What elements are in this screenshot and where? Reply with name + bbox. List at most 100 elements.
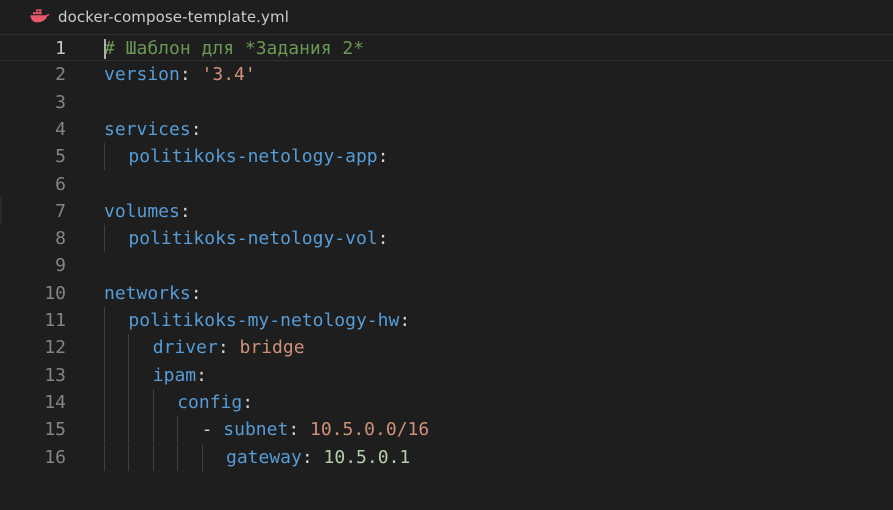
- code-text: # Шаблон для *Задания 2*: [104, 35, 364, 62]
- token-key: gateway: [226, 446, 302, 468]
- token-key: driver: [152, 337, 218, 359]
- indent-guide: [128, 361, 130, 389]
- indent-guide: [104, 443, 105, 471]
- docker-icon: [30, 9, 50, 23]
- indent-guide: [104, 334, 105, 362]
- code-text: gateway: 10.5.0.1: [226, 444, 410, 471]
- code-line-9[interactable]: 9: [0, 252, 893, 279]
- code-text: version: '3.4': [104, 61, 256, 88]
- editor-tab[interactable]: docker-compose-template.yml: [0, 0, 303, 34]
- line-number: 6: [55, 173, 66, 195]
- code-text: services:: [104, 116, 202, 143]
- code-line-16[interactable]: 16 gateway: 10.5.0.1: [0, 444, 893, 471]
- line-number: 1: [55, 38, 66, 59]
- code-line-12[interactable]: 12 driver: bridge: [0, 334, 893, 361]
- indent-guide: [152, 388, 154, 417]
- code-text: politikoks-netology-app:: [128, 143, 388, 170]
- indent-guide: [104, 361, 105, 389]
- token-punct: :: [301, 446, 324, 468]
- indent-guide: [128, 388, 130, 417]
- indent-guide: [104, 307, 105, 335]
- tab-bar: docker-compose-template.yml: [0, 0, 893, 34]
- code-line-2[interactable]: 2 version: '3.4': [0, 61, 893, 88]
- line-number: 4: [55, 118, 66, 140]
- token-punct: :: [196, 364, 207, 386]
- token-key: subnet: [223, 419, 289, 441]
- indent-guide: [128, 416, 130, 444]
- token-key: networks: [104, 282, 191, 304]
- line-number: 11: [44, 310, 66, 331]
- code-line-8[interactable]: 8 politikoks-netology-vol:: [0, 225, 893, 252]
- indent-guide: [201, 443, 203, 471]
- line-number: 9: [55, 255, 66, 277]
- indent-guide: [104, 388, 105, 417]
- line-number: 8: [55, 228, 66, 250]
- code-line-6[interactable]: 6: [0, 171, 893, 198]
- line-number: 5: [55, 146, 66, 168]
- token-str: '3.4': [201, 64, 256, 86]
- code-line-11[interactable]: 11 politikoks-my-netology-hw:: [0, 307, 893, 334]
- code-line-1[interactable]: 1 # Шаблон для *Задания 2*: [0, 34, 893, 62]
- tab-filename: docker-compose-template.yml: [58, 8, 289, 26]
- text-cursor: [104, 39, 106, 59]
- line-number: 12: [44, 337, 66, 359]
- line-number: 14: [44, 391, 66, 413]
- token-punct: :: [179, 200, 191, 222]
- code-line-10[interactable]: 10 networks:: [0, 280, 893, 307]
- token-comment: # Шаблон для *Задания 2*: [104, 38, 365, 59]
- token-str: 10.5.0.0/16: [310, 419, 430, 441]
- token-punct: :: [377, 228, 389, 250]
- token-key: politikoks-netology-vol: [128, 228, 378, 250]
- indent-guide: [152, 443, 154, 471]
- token-punct: -: [201, 419, 224, 441]
- code-line-7[interactable]: 7 volumes:: [0, 198, 893, 225]
- line-number: 15: [44, 419, 66, 441]
- token-punct: :: [288, 419, 310, 441]
- indent-guide: [128, 443, 130, 471]
- code-line-15[interactable]: 15 - subnet: 10.5.0.0/16: [0, 416, 893, 443]
- token-punct: :: [217, 337, 240, 359]
- line-number: 10: [44, 282, 66, 304]
- token-key: config: [177, 391, 243, 413]
- token-punct: :: [377, 146, 389, 168]
- line-number: 2: [55, 64, 66, 86]
- code-text: driver: bridge: [153, 334, 305, 361]
- token-str: bridge: [239, 337, 305, 359]
- token-key: services: [104, 118, 191, 140]
- code-line-3[interactable]: 3: [0, 89, 893, 116]
- token-punct: :: [190, 118, 202, 140]
- code-line-5[interactable]: 5 politikoks-netology-app:: [0, 143, 893, 170]
- line-number: 3: [55, 91, 66, 113]
- code-text: politikoks-netology-vol:: [128, 225, 388, 252]
- code-line-4[interactable]: 4 services:: [0, 116, 893, 143]
- token-num: 10.5.0.1: [323, 446, 411, 468]
- indent-guide: [104, 143, 105, 171]
- token-punct: :: [179, 64, 202, 86]
- line-number: 7: [55, 200, 66, 222]
- code-line-13[interactable]: 13 ipam:: [0, 362, 893, 389]
- token-key: politikoks-netology-app: [128, 146, 378, 168]
- indent-guide: [152, 416, 154, 444]
- token-punct: :: [399, 310, 411, 331]
- token-punct: :: [190, 282, 202, 304]
- indent-guide: [177, 443, 179, 471]
- token-punct: :: [242, 391, 254, 413]
- indent-guide: [177, 416, 179, 444]
- token-key: ipam: [152, 364, 197, 386]
- token-key: volumes: [104, 200, 180, 222]
- line-number: 13: [44, 364, 66, 386]
- indent-guide: [104, 225, 105, 253]
- code-text: ipam:: [153, 362, 207, 389]
- indent-guide: [104, 416, 105, 444]
- token-key: version: [104, 64, 180, 86]
- code-line-14[interactable]: 14 config:: [0, 389, 893, 416]
- code-text: networks:: [104, 280, 202, 307]
- code-text: config:: [177, 389, 253, 416]
- code-editor[interactable]: 1 # Шаблон для *Задания 2* 2 version: '3.4'…: [0, 34, 893, 510]
- line-number: 16: [44, 446, 66, 468]
- token-key: politikoks-my-netology-hw: [128, 310, 400, 331]
- code-text: volumes:: [104, 198, 191, 225]
- code-text: - subnet: 10.5.0.0/16: [202, 416, 430, 443]
- indent-guide: [128, 334, 130, 362]
- code-text: politikoks-my-netology-hw:: [128, 307, 410, 334]
